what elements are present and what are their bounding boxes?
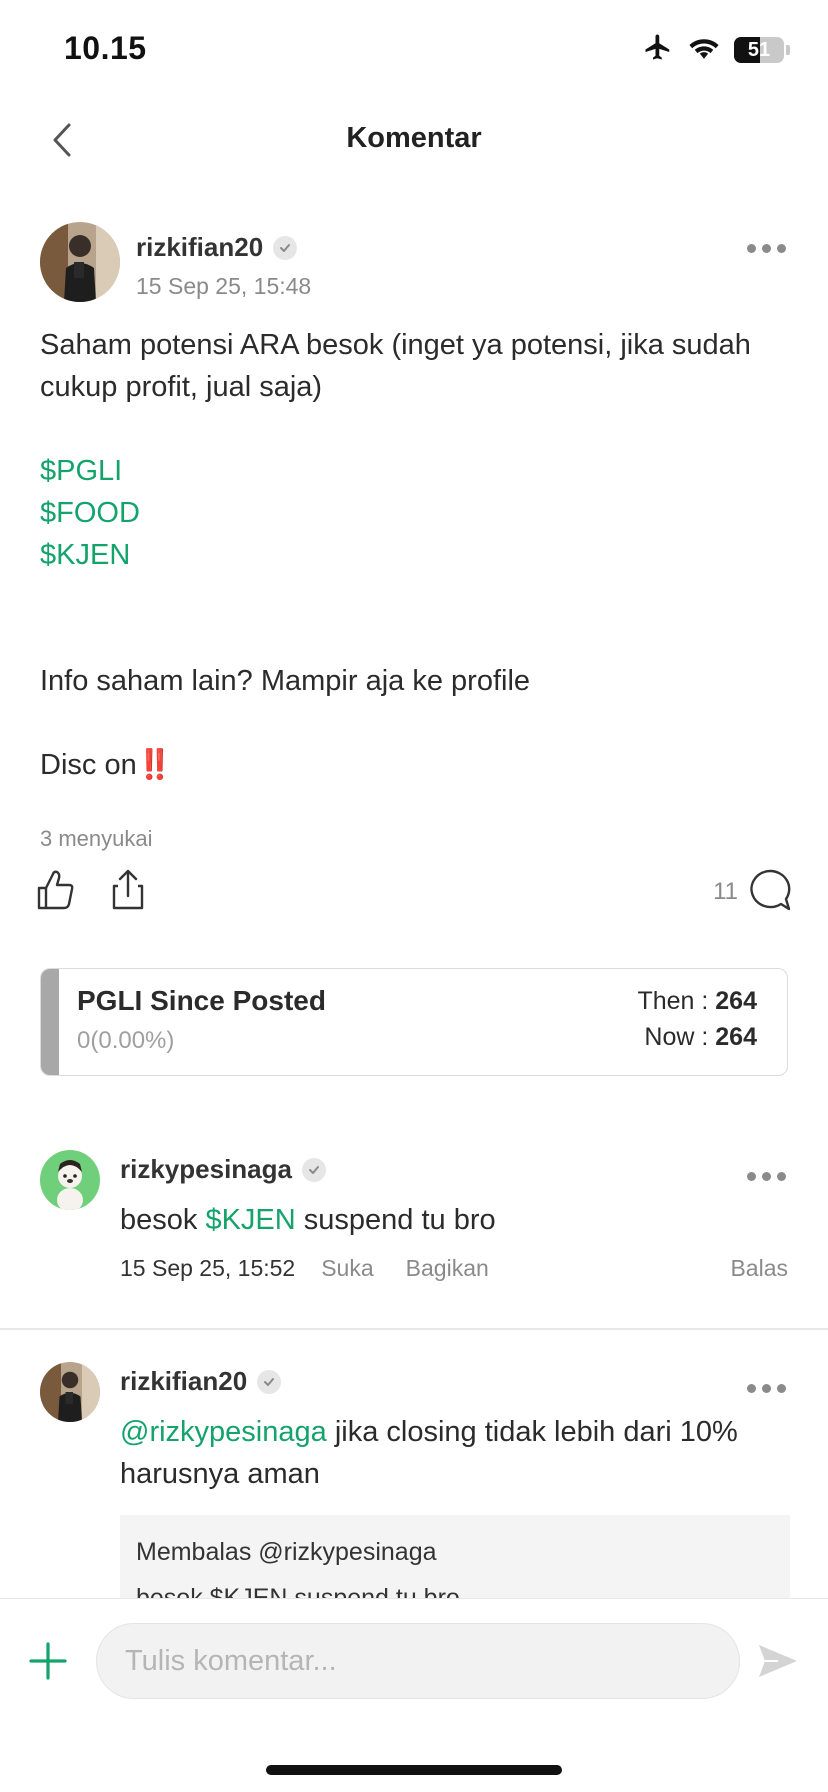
status-time: 10.15	[64, 30, 147, 66]
status-bar: 10.15 51	[0, 0, 828, 100]
home-indicator	[266, 1765, 562, 1775]
post-body: Saham potensi ARA besok (inget ya potens…	[40, 324, 790, 786]
comment-button[interactable]	[748, 868, 792, 912]
comment-text: besok $KJEN suspend tu bro	[120, 1204, 496, 1236]
battery-cap	[786, 44, 790, 55]
send-button[interactable]	[756, 1639, 800, 1683]
comment-body: rizkypesinaga besok $KJEN suspend tu bro…	[120, 1150, 790, 1282]
send-icon	[759, 1645, 797, 1677]
post-text-info: Info saham lain? Mampir aja ke profile	[40, 665, 531, 697]
likes-count[interactable]: 3 menyukai	[40, 826, 153, 852]
user-row: rizkifian20	[136, 232, 311, 263]
comment-input[interactable]	[96, 1623, 740, 1699]
more-dots-icon	[747, 244, 756, 253]
mention-link[interactable]: @rizkypesinaga	[120, 1416, 327, 1448]
share-button[interactable]	[108, 868, 148, 912]
stock-then-value: 264	[715, 987, 757, 1015]
comment-timestamp: 15 Sep 25, 15:52	[120, 1255, 296, 1281]
comment-body: rizkifian20 @rizkypesinaga jika closing …	[120, 1362, 790, 1598]
comment-item: rizkypesinaga besok $KJEN suspend tu bro…	[40, 1150, 790, 1300]
post-header: rizkifian20 15 Sep 25, 15:48	[40, 222, 790, 302]
post-actions: 11	[36, 868, 792, 920]
comment-item: rizkifian20 @rizkypesinaga jika closing …	[40, 1362, 790, 1598]
ticker-link[interactable]: $KJEN	[205, 1204, 295, 1236]
comment-share-button[interactable]: Bagikan	[406, 1255, 489, 1282]
status-icons: 51	[642, 32, 790, 67]
comment-actions: 15 Sep 25, 15:52 Suka Bagikan Balas	[120, 1255, 790, 1282]
verified-badge-icon	[273, 235, 298, 260]
more-dots-icon	[747, 1384, 756, 1393]
plus-icon	[29, 1642, 67, 1680]
more-dots-icon	[747, 1172, 756, 1181]
comment-composer	[0, 1598, 828, 1792]
comment-user-row: rizkifian20	[120, 1366, 790, 1397]
stock-performance-card[interactable]: PGLI Since Posted 0(0.00%) Then : 264 No…	[40, 968, 788, 1076]
page-title: Komentar	[346, 122, 482, 154]
thumbs-up-icon	[37, 870, 74, 910]
post-username[interactable]: rizkifian20	[136, 232, 263, 263]
post-text-disc: Disc on‼️	[40, 749, 173, 781]
avatar[interactable]	[40, 1150, 100, 1210]
avatar[interactable]	[40, 1362, 100, 1422]
stock-card-change: 0(0.00%)	[77, 1027, 175, 1054]
comment-reply-button[interactable]: Balas	[730, 1255, 788, 1282]
comment-more-button[interactable]	[743, 1168, 790, 1185]
post-more-button[interactable]	[743, 240, 790, 257]
verified-badge-icon	[257, 1369, 282, 1394]
share-icon	[112, 869, 144, 910]
add-attachment-button[interactable]	[28, 1641, 68, 1681]
comment-user-row: rizkypesinaga	[120, 1154, 790, 1185]
post-text-intro: Saham potensi ARA besok (inget ya potens…	[40, 329, 751, 403]
reply-quote: Membalas @rizkypesinaga besok $KJEN susp…	[120, 1515, 790, 1598]
post-meta: rizkifian20 15 Sep 25, 15:48	[136, 232, 311, 300]
post-timestamp: 15 Sep 25, 15:48	[136, 273, 312, 299]
double-exclamation-icon: ‼️	[136, 749, 173, 781]
battery-level: 51	[747, 38, 771, 61]
comment-username[interactable]: rizkifian20	[120, 1366, 247, 1397]
stock-card-title: PGLI Since Posted	[77, 985, 326, 1016]
comment-more-button[interactable]	[743, 1380, 790, 1397]
airplane-mode-icon	[642, 32, 674, 67]
ticker-link[interactable]: $KJEN	[40, 534, 790, 576]
comment-like-button[interactable]: Suka	[321, 1255, 373, 1282]
nav-bar: Komentar	[0, 100, 828, 180]
comment-username[interactable]: rizkypesinaga	[120, 1154, 292, 1185]
like-button[interactable]	[36, 868, 76, 912]
stock-card-prices: Then : 264 Now : 264	[637, 983, 757, 1055]
comment-text: @rizkypesinaga jika closing tidak lebih …	[120, 1416, 738, 1490]
comment-divider	[0, 1328, 828, 1330]
comment-count: 11	[713, 878, 738, 905]
stock-card-accent-bar	[41, 969, 59, 1075]
stock-now-value: 264	[715, 1023, 757, 1051]
ticker-link[interactable]: $FOOD	[40, 492, 790, 534]
battery-icon: 51	[734, 36, 784, 63]
stock-now-row: Now : 264	[644, 1023, 757, 1051]
verified-badge-icon	[301, 1157, 326, 1182]
stock-then-row: Then : 264	[637, 987, 757, 1015]
wifi-icon	[688, 34, 720, 65]
ticker-link[interactable]: $PGLI	[40, 450, 790, 492]
reply-quote-label: Membalas @rizkypesinaga	[136, 1538, 437, 1566]
reply-quote-text: besok $KJEN suspend tu bro	[136, 1584, 460, 1598]
post: rizkifian20 15 Sep 25, 15:48 Saham poten…	[40, 222, 790, 786]
comment-bubble-icon	[750, 869, 791, 911]
avatar[interactable]	[40, 222, 120, 302]
